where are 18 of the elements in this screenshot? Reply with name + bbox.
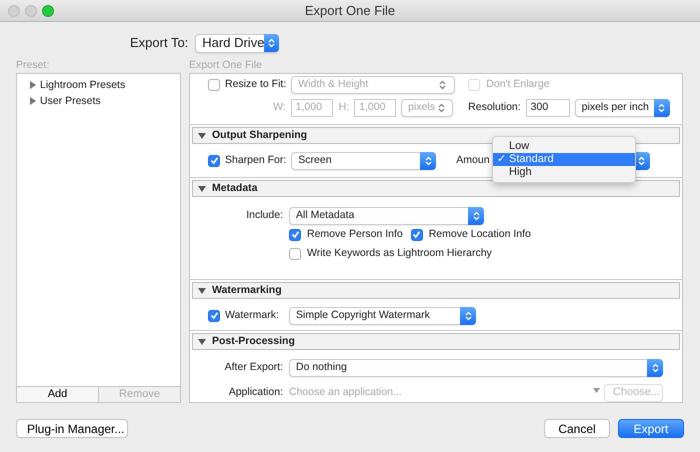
- checkbox-label: Watermark:: [225, 309, 279, 322]
- checkbox-label: Write Keywords as Lightroom Hierarchy: [307, 247, 492, 260]
- field-label: Amoun: [456, 154, 490, 167]
- field-label: Application:: [228, 386, 283, 399]
- field-label: W:: [273, 101, 286, 114]
- checkbox-label: Remove Person Info: [307, 228, 403, 241]
- field-label: Include:: [246, 209, 283, 222]
- checkbox-label: Sharpen For:: [225, 154, 286, 167]
- preset-heading: Preset:: [16, 59, 50, 73]
- window-title: Export One File: [304, 3, 396, 18]
- checkbox-label: Don't Enlarge: [486, 78, 550, 91]
- field-label: After Export:: [224, 361, 283, 374]
- export-to-label: Export To:: [130, 35, 188, 51]
- checkbox-label: Remove Location Info: [428, 228, 531, 241]
- settings-heading: Export One File: [189, 59, 263, 73]
- checkbox-label: Resize to Fit:: [225, 78, 286, 91]
- field-label: H:: [338, 101, 350, 114]
- field-label: Resolution:: [468, 101, 521, 114]
